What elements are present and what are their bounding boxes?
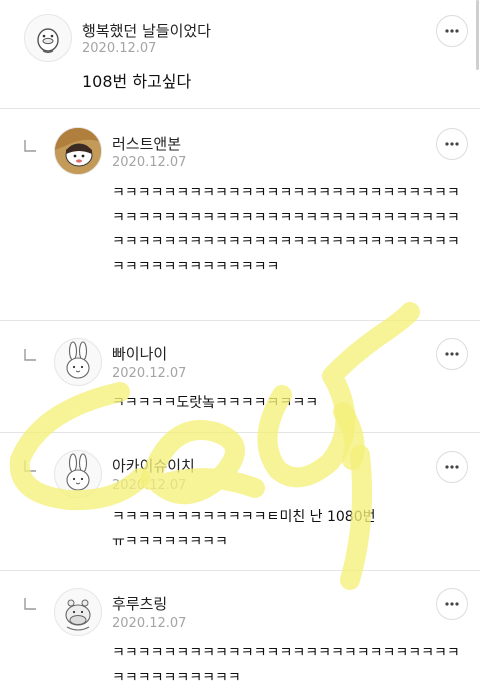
avatar[interactable]	[54, 450, 102, 498]
reply-corner-icon	[24, 598, 36, 610]
avatar[interactable]	[54, 127, 102, 175]
comment-author[interactable]: 행복했던 날들이었다	[82, 20, 211, 41]
comment-author[interactable]: 후루츠링	[112, 593, 167, 614]
reply-item: 러스트앤본 2020.12.07 ㅋㅋㅋㅋㅋㅋㅋㅋㅋㅋㅋㅋㅋㅋㅋㅋㅋㅋㅋㅋㅋㅋㅋ…	[0, 109, 480, 320]
comment-author[interactable]: 러스트앤본	[112, 133, 181, 154]
comment-date: 2020.12.07	[112, 616, 187, 631]
comment-text: 108번 하고싶다	[82, 72, 192, 91]
rabbit-avatar-icon	[66, 453, 90, 491]
more-dots-icon	[445, 352, 459, 356]
comment-author[interactable]: 아카이슈이치	[112, 455, 195, 476]
comment-item: 행복했던 날들이었다 2020.12.07 108번 하고싶다	[0, 0, 480, 110]
comment-author[interactable]: 빠이나이	[112, 343, 167, 364]
reply-item: 빠이나이 2020.12.07 ㅋㅋㅋㅋㅋ도랏놐ㅋㅋㅋㅋㅋㅋㅋㅋ	[0, 321, 480, 432]
reply-item: 후루츠링 2020.12.07 ㅋㅋㅋㅋㅋㅋㅋㅋㅋㅋㅋㅋㅋㅋㅋㅋㅋㅋㅋㅋㅋㅋㅋㅋ…	[0, 571, 480, 686]
duck-avatar-icon	[37, 28, 59, 54]
reply-corner-icon	[24, 140, 36, 152]
avatar[interactable]	[54, 588, 102, 636]
more-options-button[interactable]	[436, 338, 468, 370]
comment-text: ㅋㅋㅋㅋㅋㅋㅋㅋㅋㅋㅋㅋㅋㅋㅋㅋㅋㅋㅋㅋㅋㅋㅋㅋㅋㅋㅋㅋㅋㅋㅋㅋㅋㅋㅋㅋㅋㅋㅋㅋ…	[112, 185, 460, 275]
comment-date: 2020.12.07	[82, 41, 157, 56]
more-dots-icon	[445, 602, 459, 606]
avatar[interactable]	[54, 338, 102, 386]
more-dots-icon	[445, 29, 459, 33]
comment-date: 2020.12.07	[112, 366, 187, 381]
more-options-button[interactable]	[436, 451, 468, 483]
more-options-button[interactable]	[436, 15, 468, 47]
character-photo-avatar-icon	[55, 128, 101, 174]
more-dots-icon	[445, 142, 459, 146]
comment-date: 2020.12.07	[112, 478, 187, 493]
more-options-button[interactable]	[436, 588, 468, 620]
reply-item: 아카이슈이치 2020.12.07 ㅋㅋㅋㅋㅋㅋㅋㅋㅋㅋㅋㅋㅌ미친 난 1080…	[0, 433, 480, 570]
scrollbar[interactable]	[476, 0, 479, 70]
more-options-button[interactable]	[436, 128, 468, 160]
rabbit-avatar-icon	[66, 341, 90, 379]
reply-corner-icon	[24, 460, 36, 472]
comment-date: 2020.12.07	[112, 155, 187, 170]
hippo-avatar-icon	[65, 599, 91, 631]
comment-text: ㅋㅋㅋㅋㅋㅋㅋㅋㅋㅋㅋㅋㅋㅋㅋㅋㅋㅋㅋㅋㅋㅋㅋㅋㅋㅋㅋㅋㅋㅋㅋㅋㅋㅋㅋㅋㅋ	[112, 645, 460, 686]
more-dots-icon	[445, 465, 459, 469]
comment-text: ㅋㅋㅋㅋㅋㅋㅋㅋㅋㅋㅋㅋㅌ미친 난 1080번 ㅠㅋㅋㅋㅋㅋㅋㅋㅋ	[112, 509, 376, 550]
comment-text: ㅋㅋㅋㅋㅋ도랏놐ㅋㅋㅋㅋㅋㅋㅋㅋ	[112, 395, 319, 411]
reply-corner-icon	[24, 349, 36, 361]
avatar[interactable]	[24, 14, 72, 62]
